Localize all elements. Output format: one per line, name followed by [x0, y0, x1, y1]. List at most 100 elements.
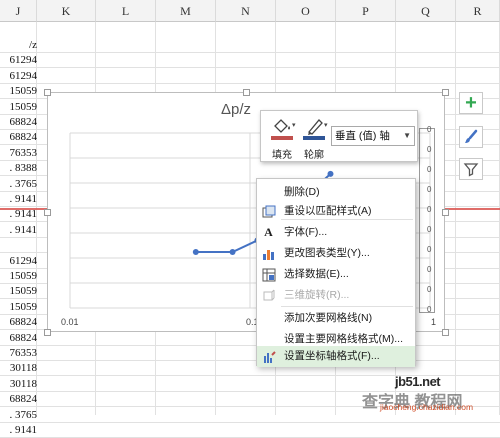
- data-point[interactable]: [229, 249, 236, 255]
- menu-item-6[interactable]: 添加次要网格线(N): [257, 308, 415, 329]
- column-header-r[interactable]: R: [456, 0, 500, 22]
- column-header-l[interactable]: L: [96, 0, 156, 22]
- cell-j[interactable]: . 3765: [0, 176, 38, 192]
- y-tick-label: 0: [427, 145, 432, 154]
- y-tick-label: 0: [427, 285, 432, 294]
- y-tick-label: 0: [427, 205, 432, 214]
- format-axis-icon: [261, 349, 276, 364]
- chart-elements-button[interactable]: +: [459, 92, 483, 114]
- row-gridline: [0, 52, 500, 53]
- cell-j[interactable]: 68824: [0, 129, 38, 145]
- cell-j[interactable]: 76353: [0, 345, 38, 361]
- cell-j[interactable]: 68824: [0, 314, 38, 330]
- cell-j[interactable]: . 8388: [0, 160, 38, 176]
- cell-j[interactable]: /z: [0, 37, 37, 53]
- menu-item-0[interactable]: 删除(D): [257, 182, 415, 203]
- format-mini-toolbar: ▾ 填充 ▾ 轮廓 垂直 (值) 轴 ▼: [260, 110, 418, 162]
- y-tick-label: 0: [427, 165, 432, 174]
- cell-j[interactable]: . 3765: [0, 407, 38, 423]
- fill-label: 填充: [272, 150, 292, 161]
- 3d-rotate-icon: [261, 288, 276, 303]
- chart-styles-button[interactable]: [459, 126, 483, 148]
- watermark-site: jb51.net: [395, 374, 441, 389]
- cell-j[interactable]: . 9141: [0, 222, 38, 238]
- y-tick-label: 0: [427, 225, 432, 234]
- column-header-q[interactable]: Q: [396, 0, 456, 22]
- cell-j[interactable]: 30118: [0, 360, 37, 376]
- outline-label: 轮廓: [304, 150, 324, 161]
- menu-item-label: 更改图表类型(Y)...: [284, 247, 370, 259]
- chart-resize-handle[interactable]: [442, 329, 449, 336]
- cell-j[interactable]: 61294: [0, 68, 38, 84]
- cell-j[interactable]: 61294: [0, 253, 38, 269]
- cell-j[interactable]: 15059: [0, 283, 38, 299]
- chart-resize-handle[interactable]: [442, 89, 449, 96]
- x-tick-1: 1: [431, 317, 437, 327]
- cell-j[interactable]: 61294: [0, 52, 38, 68]
- context-menu: 删除(D) 重设以匹配样式(A) A 字体(F)... 更改图表类型(Y)... 选择数据…: [256, 178, 416, 367]
- menu-item-label: 选择数据(E)...: [284, 268, 349, 280]
- watermark-url: jiaocheng.chazidian.com: [380, 402, 474, 412]
- row-gridline: [0, 67, 500, 68]
- cell-j[interactable]: 76353: [0, 145, 38, 161]
- chart-resize-handle[interactable]: [442, 209, 449, 216]
- menu-item-label: 删除(D): [284, 186, 320, 198]
- menu-item-label: 设置坐标轴格式(F)...: [284, 350, 380, 362]
- column-header-k[interactable]: K: [37, 0, 96, 22]
- column-header-n[interactable]: N: [216, 0, 276, 22]
- cell-j[interactable]: 68824: [0, 391, 38, 407]
- column-gridline: [455, 22, 456, 415]
- cell-j[interactable]: 15059: [0, 299, 38, 315]
- menu-item-label: 三维旋转(R)...: [284, 289, 350, 301]
- cell-j[interactable]: . 9141: [0, 191, 38, 207]
- x-tick-0.01: 0.01: [61, 317, 79, 327]
- menu-separator: [281, 219, 413, 220]
- row-gridline: [0, 422, 500, 423]
- cell-j[interactable]: [0, 237, 37, 253]
- chart-element-selector[interactable]: 垂直 (值) 轴 ▼: [331, 126, 415, 146]
- select-data-icon: [261, 267, 276, 282]
- filter-icon: [463, 163, 479, 177]
- column-header-o[interactable]: O: [276, 0, 336, 22]
- y-tick-label: 0: [427, 305, 432, 314]
- chart-filters-button[interactable]: [459, 158, 483, 180]
- selector-value: 垂直 (值) 轴: [335, 130, 390, 142]
- cell-j[interactable]: 15059: [0, 83, 38, 99]
- cell-j[interactable]: 68824: [0, 114, 38, 130]
- cell-j[interactable]: 15059: [0, 99, 38, 115]
- cell-j[interactable]: 68824: [0, 330, 38, 346]
- dropdown-arrow-icon[interactable]: ▾: [324, 121, 328, 129]
- menu-item-label: 添加次要网格线(N): [284, 312, 373, 324]
- chart-resize-handle[interactable]: [44, 329, 51, 336]
- chart-resize-handle[interactable]: [44, 89, 51, 96]
- fill-button[interactable]: ▾ 填充: [267, 115, 297, 161]
- data-point[interactable]: [327, 170, 334, 177]
- menu-item-label: 字体(F)...: [284, 226, 328, 238]
- column-header-p[interactable]: P: [336, 0, 396, 22]
- menu-item-4[interactable]: 选择数据(E)...: [257, 264, 415, 285]
- chart-resize-handle[interactable]: [44, 209, 51, 216]
- chevron-down-icon: ▼: [403, 131, 411, 140]
- cell-j[interactable]: 30118: [0, 376, 37, 392]
- cell-j[interactable]: 15059: [0, 268, 38, 284]
- y-tick-label: 0: [427, 265, 432, 274]
- cell-j[interactable]: . 9141: [0, 422, 38, 438]
- menu-item-2[interactable]: A 字体(F)...: [257, 222, 415, 243]
- dropdown-arrow-icon[interactable]: ▾: [292, 121, 296, 129]
- row-gridline: [0, 360, 500, 361]
- chart-type-icon: [261, 246, 276, 261]
- row-gridline: [0, 83, 500, 84]
- plus-icon: +: [465, 92, 477, 114]
- data-point[interactable]: [192, 249, 199, 255]
- column-header-j[interactable]: J: [0, 0, 37, 22]
- menu-item-8[interactable]: 设置坐标轴格式(F)...: [257, 346, 415, 367]
- chart-resize-handle[interactable]: [243, 89, 250, 96]
- font-icon: A: [264, 225, 273, 239]
- row-gridline: [0, 345, 500, 346]
- outline-button[interactable]: ▾ 轮廓: [299, 115, 329, 161]
- menu-item-3[interactable]: 更改图表类型(Y)...: [257, 243, 415, 264]
- menu-item-5[interactable]: 三维旋转(R)...: [257, 285, 415, 306]
- y-tick-label: 0: [427, 125, 432, 134]
- menu-separator: [281, 306, 413, 307]
- column-header-m[interactable]: M: [156, 0, 216, 22]
